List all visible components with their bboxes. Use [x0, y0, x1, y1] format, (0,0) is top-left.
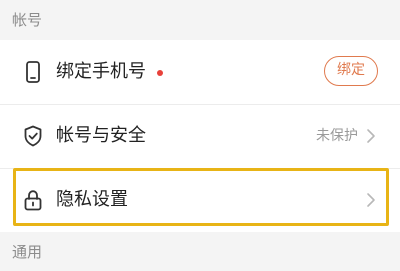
lock-icon: [22, 188, 44, 212]
phone-icon: [22, 60, 44, 84]
protection-status: 未保护: [316, 128, 358, 144]
settings-row-label: 帐号与安全: [56, 125, 146, 146]
section-header-general: 通用: [12, 243, 43, 261]
section-header-account: 帐号: [12, 11, 43, 29]
settings-row-label: 隐私设置: [56, 189, 128, 210]
shield-icon: [22, 124, 44, 148]
bind-button[interactable]: 绑定: [324, 56, 378, 86]
settings-row-label: 绑定手机号: [56, 61, 146, 82]
settings-row-account-security[interactable]: 帐号与安全 未保护: [0, 104, 400, 168]
notification-dot: [157, 70, 163, 76]
chevron-right-icon: [366, 128, 376, 144]
settings-row-bind-phone[interactable]: 绑定手机号 绑定: [0, 40, 400, 104]
settings-page: 帐号 绑定手机号 绑定 帐号与安全 未保护 隐私设置 通用: [0, 0, 400, 271]
chevron-right-icon: [366, 192, 376, 208]
account-settings-list: 绑定手机号 绑定 帐号与安全 未保护 隐私设置: [0, 40, 400, 232]
settings-row-privacy[interactable]: 隐私设置: [0, 168, 400, 232]
